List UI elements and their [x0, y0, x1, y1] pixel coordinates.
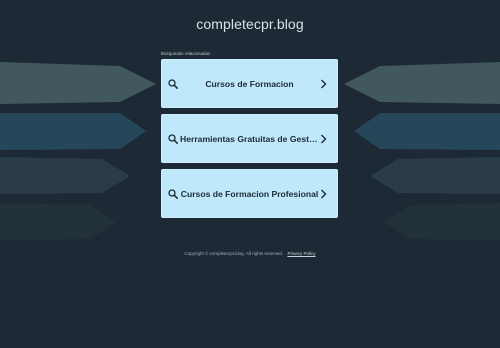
related-search-label: Herramientas Gratuitas de Gestión de Pro… [180, 133, 319, 144]
search-icon [168, 79, 178, 89]
related-search-label: Cursos de Formacion [205, 78, 294, 89]
search-icon [168, 134, 178, 144]
search-icon [168, 189, 178, 199]
related-search-link[interactable]: Herramientas Gratuitas de Gestión de Pro… [161, 114, 338, 163]
copyright-text: Copyright © completecpr.blog. All rights… [184, 251, 284, 256]
chevron-right-icon [321, 189, 327, 199]
parked-domain-page: completecpr.blog Búsquedas relacionadas … [0, 0, 500, 348]
site-title: completecpr.blog [196, 16, 304, 32]
footer: Copyright © completecpr.blog. All rights… [0, 251, 500, 256]
chevron-right-icon [321, 134, 327, 144]
related-search-link[interactable]: Cursos de Formacion Profesional [161, 169, 338, 218]
decorative-arrows-left [0, 62, 156, 240]
related-search-link[interactable]: Cursos de Formacion [161, 59, 338, 108]
related-searches-heading: Búsquedas relacionadas [161, 51, 211, 56]
decorative-arrows-right [344, 62, 500, 240]
related-search-label: Cursos de Formacion Profesional [180, 188, 319, 199]
chevron-right-icon [321, 79, 327, 89]
privacy-policy-link[interactable]: Privacy Policy [287, 251, 315, 256]
